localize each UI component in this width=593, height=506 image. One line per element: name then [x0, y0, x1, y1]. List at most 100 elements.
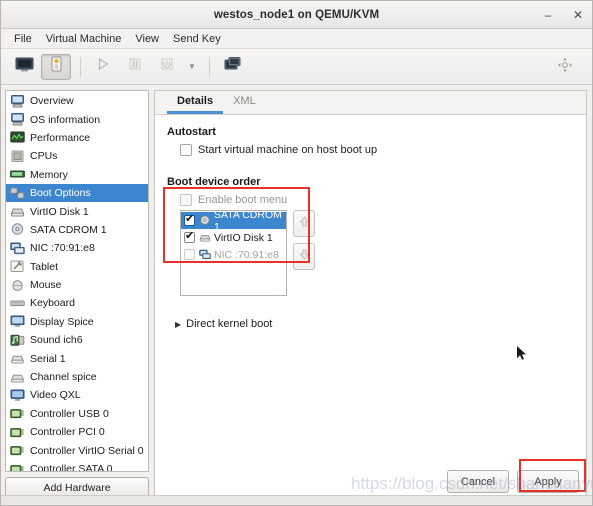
show-details-icon	[49, 56, 64, 77]
boot-device-row[interactable]: NIC :70:91:e8	[181, 246, 286, 263]
autostart-checkbox[interactable]	[180, 144, 192, 156]
network-icon	[10, 242, 25, 255]
sidebar-item-cpus[interactable]: CPUs	[6, 147, 148, 165]
sidebar-item-controller-sata-0[interactable]: Controller SATA 0	[6, 460, 148, 472]
sidebar-item-label: Boot Options	[30, 187, 91, 200]
menu-bar: File Virtual Machine View Send Key	[1, 29, 592, 49]
sidebar-item-label: OS information	[30, 113, 101, 126]
sidebar-item-controller-usb-0[interactable]: Controller USB 0	[6, 405, 148, 423]
fullscreen-arrows-icon	[557, 57, 573, 78]
sidebar-item-overview[interactable]: Overview	[6, 92, 148, 110]
sidebar-item-sata-cdrom-1[interactable]: SATA CDROM 1	[6, 221, 148, 239]
hardware-list[interactable]: Overview OS information Performance CPUs Mem…	[5, 90, 149, 472]
sidebar-item-nic-70-91-e8[interactable]: NIC :70:91:e8	[6, 239, 148, 257]
sidebar-item-memory[interactable]: Memory	[6, 166, 148, 184]
direct-kernel-boot-label: Direct kernel boot	[186, 318, 273, 330]
menu-view[interactable]: View	[128, 32, 166, 46]
boot-device-checkbox[interactable]	[184, 249, 195, 260]
autostart-checkbox-label: Start virtual machine on host boot up	[198, 144, 378, 156]
run-options-dropdown[interactable]: ▼	[184, 54, 200, 80]
title-bar: westos_node1 on QEMU/KVM – ✕	[1, 1, 592, 29]
sidebar-item-controller-pci-0[interactable]: Controller PCI 0	[6, 423, 148, 441]
shutdown-button[interactable]	[152, 54, 182, 80]
cdrom-icon	[199, 215, 211, 226]
menu-send-key[interactable]: Send Key	[166, 32, 228, 46]
boot-device-list[interactable]: SATA CDROM 1VirtIO Disk 1 NIC :70:91:e8	[180, 210, 287, 296]
boot-device-label: NIC :70:91:e8	[214, 248, 279, 261]
sidebar-item-sound-ich6[interactable]: Sound ich6	[6, 331, 148, 349]
sidebar-item-display-spice[interactable]: Display Spice	[6, 313, 148, 331]
sidebar-item-channel-spice[interactable]: Channel spice	[6, 368, 148, 386]
controller-icon	[10, 463, 25, 471]
toolbar: ▼	[1, 49, 592, 85]
snapshot-button[interactable]	[217, 54, 247, 80]
details-tabs: Details XML	[155, 91, 586, 115]
sidebar-item-label: SATA CDROM 1	[30, 223, 107, 236]
close-button[interactable]: ✕	[570, 7, 586, 23]
boot-device-checkbox[interactable]	[184, 229, 195, 243]
virt-manager-window: westos_node1 on QEMU/KVM – ✕ File Virtua…	[0, 0, 593, 506]
status-bar	[1, 495, 592, 505]
enable-boot-menu-row[interactable]: Enable boot menu	[180, 194, 586, 206]
keyboard-icon	[10, 297, 25, 310]
sidebar-item-virtio-disk-1[interactable]: VirtIO Disk 1	[6, 202, 148, 220]
performance-graph-icon	[10, 131, 25, 144]
sidebar-item-performance[interactable]: Performance	[6, 129, 148, 147]
sidebar-item-controller-virtio-serial-0[interactable]: Controller VirtIO Serial 0	[6, 441, 148, 459]
tab-xml[interactable]: XML	[223, 92, 266, 114]
minimize-button[interactable]: –	[540, 7, 556, 23]
display-icon	[10, 315, 25, 328]
shutdown-icon	[160, 57, 174, 76]
menu-file[interactable]: File	[7, 32, 39, 46]
sidebar-item-label: NIC :70:91:e8	[30, 242, 95, 255]
sidebar-item-label: Controller VirtIO Serial 0	[30, 444, 144, 457]
sidebar-item-label: Overview	[30, 95, 74, 108]
channel-icon	[10, 371, 25, 384]
run-button[interactable]	[88, 54, 118, 80]
sidebar-item-boot-options[interactable]: Boot Options	[6, 183, 148, 203]
sidebar-item-label: Controller SATA 0	[30, 463, 113, 472]
boot-device-order-heading: Boot device order	[167, 176, 261, 188]
controller-icon	[10, 444, 25, 457]
boot-device-label: VirtIO Disk 1	[214, 231, 273, 244]
boot-device-row[interactable]: VirtIO Disk 1	[181, 229, 286, 246]
enable-boot-menu-checkbox[interactable]	[180, 194, 192, 206]
boot-device-row[interactable]: SATA CDROM 1	[181, 211, 286, 233]
sidebar-item-video-qxl[interactable]: Video QXL	[6, 386, 148, 404]
pause-icon	[128, 57, 142, 76]
move-down-button[interactable]	[293, 243, 315, 270]
sidebar-item-label: Performance	[30, 131, 91, 144]
sidebar-item-keyboard[interactable]: Keyboard	[6, 294, 148, 312]
controller-icon	[10, 407, 25, 420]
cpu-chip-icon	[10, 150, 25, 163]
console-monitor-button[interactable]	[9, 54, 39, 80]
tab-details[interactable]: Details	[167, 92, 224, 114]
details-panel: Details XML Autostart Start virtual mach…	[154, 90, 587, 500]
sidebar-item-tablet[interactable]: Tablet	[6, 258, 148, 276]
mouse-icon	[10, 279, 25, 292]
direct-kernel-boot-expander[interactable]: ▶ Direct kernel boot	[175, 318, 586, 330]
sidebar-item-serial-1[interactable]: Serial 1	[6, 349, 148, 367]
play-run-icon	[96, 57, 110, 76]
autostart-checkbox-row[interactable]: Start virtual machine on host boot up	[180, 144, 586, 156]
fullscreen-button[interactable]	[550, 54, 580, 80]
menu-virtual-machine[interactable]: Virtual Machine	[39, 32, 129, 46]
sidebar-item-label: Sound ich6	[30, 334, 83, 347]
apply-button[interactable]: Apply	[517, 470, 579, 493]
cancel-button[interactable]: Cancel	[447, 470, 509, 493]
sidebar-item-label: Controller USB 0	[30, 407, 109, 420]
sidebar-item-label: Controller PCI 0	[30, 426, 105, 439]
details-content: Autostart Start virtual machine on host …	[155, 115, 586, 499]
boot-device-label: SATA CDROM 1	[214, 210, 282, 233]
show-details-button[interactable]	[41, 53, 71, 80]
pause-button[interactable]	[120, 54, 150, 80]
move-up-button[interactable]	[293, 210, 315, 237]
sidebar-item-os-information[interactable]: OS information	[6, 110, 148, 128]
window-title: westos_node1 on QEMU/KVM	[213, 8, 380, 21]
boot-device-checkbox[interactable]	[184, 212, 195, 226]
toolbar-right-group	[550, 49, 582, 85]
autostart-heading: Autostart	[167, 126, 216, 138]
sound-icon	[10, 334, 25, 347]
sidebar-item-mouse[interactable]: Mouse	[6, 276, 148, 294]
snapshot-icon	[224, 56, 241, 77]
